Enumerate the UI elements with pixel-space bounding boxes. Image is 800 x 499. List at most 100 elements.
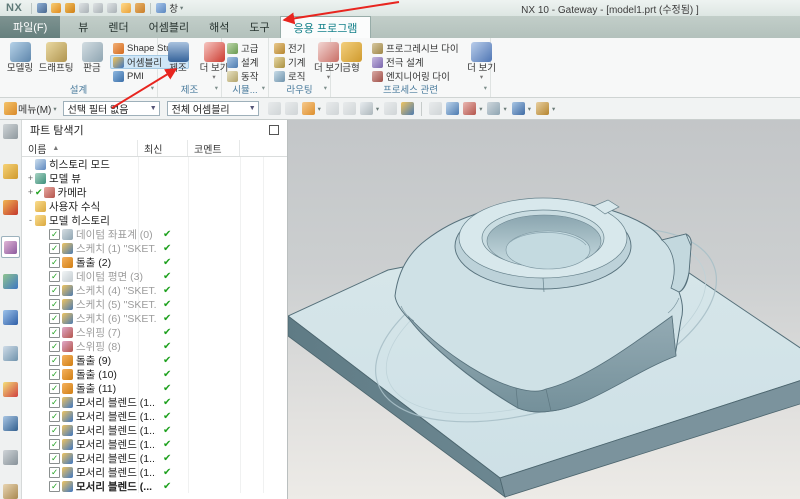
- tree-row[interactable]: +모델 뷰: [22, 171, 287, 185]
- feature-checkbox[interactable]: ✓: [49, 243, 60, 254]
- reuse-library-icon[interactable]: [3, 274, 18, 289]
- tree-row[interactable]: ✓돌출 (11)✔: [22, 381, 287, 395]
- web-info-icon[interactable]: [3, 310, 18, 325]
- selection-scope-combo[interactable]: 전체 어셈블리 ▼: [167, 101, 259, 116]
- feature-checkbox[interactable]: ✓: [49, 271, 60, 282]
- tree-row[interactable]: ✓모서리 블렌드 (1...✔: [22, 423, 287, 437]
- feature-checkbox[interactable]: ✓: [49, 313, 60, 324]
- window-panel-icon[interactable]: [3, 484, 18, 499]
- tab-어셈블리[interactable]: 어셈블리: [139, 16, 199, 38]
- chevron-down-icon[interactable]: ▾: [318, 105, 321, 113]
- selection-rect-icon[interactable]: [360, 102, 373, 115]
- feature-checkbox[interactable]: ✓: [49, 341, 60, 352]
- window-button-label[interactable]: 창: [169, 1, 178, 15]
- tree-row[interactable]: ✓스케치 (5) "SKET...✔: [22, 297, 287, 311]
- ribbon-button-판금[interactable]: 판금: [74, 40, 110, 74]
- feature-checkbox[interactable]: ✓: [49, 425, 60, 436]
- assembly-navigator-icon[interactable]: [3, 164, 18, 179]
- orbit-icon[interactable]: [446, 102, 459, 115]
- tree-row[interactable]: ✓스케치 (1) "SKET...✔: [22, 241, 287, 255]
- tree-row[interactable]: ✓데이텀 평면 (3)✔: [22, 269, 287, 283]
- touch-select-icon[interactable]: [3, 416, 18, 431]
- cut-icon[interactable]: [79, 3, 89, 13]
- tab-렌더[interactable]: 렌더: [98, 16, 138, 38]
- ribbon-button-고급[interactable]: 고급: [224, 41, 263, 55]
- feature-checkbox[interactable]: ✓: [49, 467, 60, 478]
- feature-checkbox[interactable]: ✓: [49, 369, 60, 380]
- view-layout-icon[interactable]: [463, 102, 476, 115]
- tree-expander[interactable]: +: [26, 174, 35, 183]
- tab-파일(F)[interactable]: 파일(F): [0, 16, 60, 38]
- tree-expander[interactable]: +: [26, 188, 35, 197]
- feature-checkbox[interactable]: ✓: [49, 453, 60, 464]
- tree-row[interactable]: +✔카메라: [22, 185, 287, 199]
- feature-checkbox[interactable]: ✓: [49, 257, 60, 268]
- undo-icon[interactable]: [51, 3, 61, 13]
- work-layer-icon[interactable]: [302, 102, 315, 115]
- ribbon-button-로직[interactable]: 로직: [271, 69, 310, 83]
- feature-checkbox[interactable]: ✓: [49, 481, 60, 492]
- gear-icon[interactable]: [3, 124, 18, 139]
- column-header-이름[interactable]: 이름▲: [22, 140, 138, 156]
- ribbon-button-드래프팅[interactable]: 드래프팅: [38, 40, 74, 74]
- redo-icon[interactable]: [65, 3, 75, 13]
- chevron-down-icon[interactable]: ▾: [262, 83, 265, 95]
- ribbon-button-제조[interactable]: 제조: [160, 40, 196, 74]
- maximize-icon[interactable]: [269, 125, 279, 135]
- feature-checkbox[interactable]: ✓: [49, 397, 60, 408]
- history-icon[interactable]: [3, 346, 18, 361]
- tree-row[interactable]: 사용자 수식: [22, 199, 287, 213]
- chevron-down-icon[interactable]: ▾: [376, 105, 379, 113]
- feature-checkbox[interactable]: ✓: [49, 327, 60, 338]
- snap-point-icon[interactable]: [268, 102, 281, 115]
- tree-row[interactable]: -모델 히스토리: [22, 213, 287, 227]
- ribbon-button-설계[interactable]: 설계: [224, 55, 263, 69]
- chevron-down-icon[interactable]: ▾: [552, 105, 555, 113]
- column-header-최신[interactable]: 최신: [138, 140, 188, 156]
- tab-도구[interactable]: 도구: [239, 16, 279, 38]
- ribbon-button-프로그레시브 다이[interactable]: 프로그레시브 다이: [369, 41, 464, 55]
- tree-row[interactable]: ✓모서리 블렌드 (...✔: [22, 479, 287, 493]
- render-style-icon[interactable]: [487, 102, 500, 115]
- ribbon-button-기계[interactable]: 기계: [271, 55, 310, 69]
- repeat-command-icon[interactable]: [121, 3, 131, 13]
- save-icon[interactable]: [37, 3, 47, 13]
- ribbon-button-전극 설계[interactable]: 전극 설계: [369, 55, 464, 69]
- chevron-down-icon[interactable]: ▾: [484, 83, 487, 95]
- solid-body-icon[interactable]: [401, 102, 414, 115]
- chevron-down-icon[interactable]: ▾: [528, 105, 531, 113]
- column-header-코멘트[interactable]: 코멘트: [188, 140, 240, 156]
- chevron-down-icon[interactable]: ▾: [215, 83, 218, 95]
- measure-icon[interactable]: [536, 102, 549, 115]
- feature-checkbox[interactable]: ✓: [49, 411, 60, 422]
- material-icon[interactable]: [512, 102, 525, 115]
- feature-checkbox[interactable]: ✓: [49, 299, 60, 310]
- tab-응용 프로그램[interactable]: 응용 프로그램: [280, 16, 372, 38]
- copy-icon[interactable]: [93, 3, 103, 13]
- ribbon-button-금형[interactable]: 금형: [333, 40, 369, 74]
- selection-filter-combo[interactable]: 선택 필터 없음 ▼: [63, 101, 160, 116]
- ribbon-button-전기[interactable]: 전기: [271, 41, 310, 55]
- tree-row[interactable]: ✓스위핑 (8)✔: [22, 339, 287, 353]
- feature-checkbox[interactable]: ✓: [49, 355, 60, 366]
- tree-row[interactable]: ✓스위핑 (7)✔: [22, 325, 287, 339]
- tree-expander[interactable]: -: [26, 216, 35, 225]
- chevron-down-icon[interactable]: ▾: [324, 83, 327, 95]
- graphics-viewport[interactable]: [288, 120, 800, 499]
- tree-row[interactable]: ✓모서리 블렌드 (1...✔: [22, 437, 287, 451]
- move-object-icon[interactable]: [326, 102, 339, 115]
- tree-row[interactable]: ✓모서리 블렌드 (1...✔: [22, 465, 287, 479]
- tree-row[interactable]: ✓모서리 블렌드 (1...✔: [22, 409, 287, 423]
- chevron-down-icon[interactable]: ▾: [479, 105, 482, 113]
- touch-mode-icon[interactable]: [135, 3, 145, 13]
- paste-icon[interactable]: [107, 3, 117, 13]
- tree-row[interactable]: ✓스케치 (4) "SKET...✔: [22, 283, 287, 297]
- machining-wizard-icon[interactable]: [3, 450, 18, 465]
- menu-button[interactable]: 메뉴(M) ▾: [0, 101, 63, 116]
- snap-curve-icon[interactable]: [285, 102, 298, 115]
- constraint-navigator-icon[interactable]: [3, 200, 18, 215]
- copy-object-icon[interactable]: [343, 102, 356, 115]
- chevron-down-icon[interactable]: ▾: [503, 105, 506, 113]
- feature-checkbox[interactable]: ✓: [49, 383, 60, 394]
- tree-row[interactable]: ✓모서리 블렌드 (1...✔: [22, 395, 287, 409]
